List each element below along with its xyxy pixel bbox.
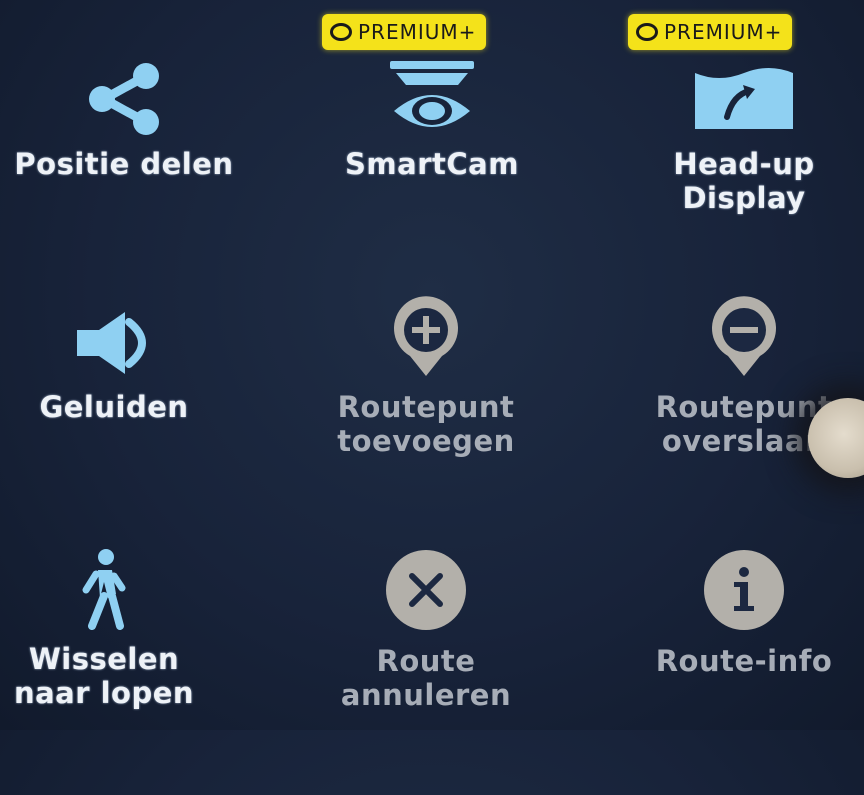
route-info-button[interactable]: Route-info (600, 550, 864, 795)
speaker-icon (69, 298, 159, 378)
switch-to-walking-button[interactable]: Wisselen naar lopen (0, 549, 248, 793)
head-up-display-icon (689, 55, 799, 135)
premium-badge-label: PREMIUM+ (664, 20, 783, 44)
cancel-route-label: Route annuleren (340, 644, 512, 712)
add-waypoint-label: Routepunt toevoegen (337, 390, 515, 458)
menu-grid: Positie delen SmartCam Head-up Display G… (0, 0, 864, 730)
add-waypoint-icon (384, 296, 468, 378)
head-up-display-button[interactable]: Head-up Display (600, 55, 864, 298)
sounds-button[interactable]: Geluiden (0, 298, 258, 541)
share-position-label: Positie delen (14, 147, 234, 181)
route-info-label: Route-info (655, 644, 833, 678)
smartcam-button[interactable]: SmartCam (288, 55, 576, 298)
head-up-display-label: Head-up Display (673, 147, 815, 215)
share-position-button[interactable]: Positie delen (0, 55, 268, 298)
share-icon (84, 55, 164, 135)
coin-icon (636, 23, 658, 41)
smartcam-label: SmartCam (345, 147, 519, 181)
skip-waypoint-icon (702, 296, 786, 378)
walking-person-icon (74, 549, 134, 630)
sounds-label: Geluiden (39, 390, 189, 424)
smartcam-eye-icon (382, 55, 482, 135)
add-waypoint-button[interactable]: Routepunt toevoegen (282, 296, 570, 541)
premium-badge-smartcam: PREMIUM+ (322, 14, 487, 50)
coin-icon (330, 23, 352, 41)
skip-waypoint-label: Routepunt overslaan (655, 390, 833, 458)
premium-badge-head-up-display: PREMIUM+ (628, 14, 793, 50)
cancel-route-icon (384, 550, 468, 632)
route-info-icon (702, 550, 786, 632)
cancel-route-button[interactable]: Route annuleren (282, 550, 570, 795)
switch-to-walking-label: Wisselen naar lopen (13, 642, 195, 710)
premium-badge-label: PREMIUM+ (358, 20, 477, 44)
